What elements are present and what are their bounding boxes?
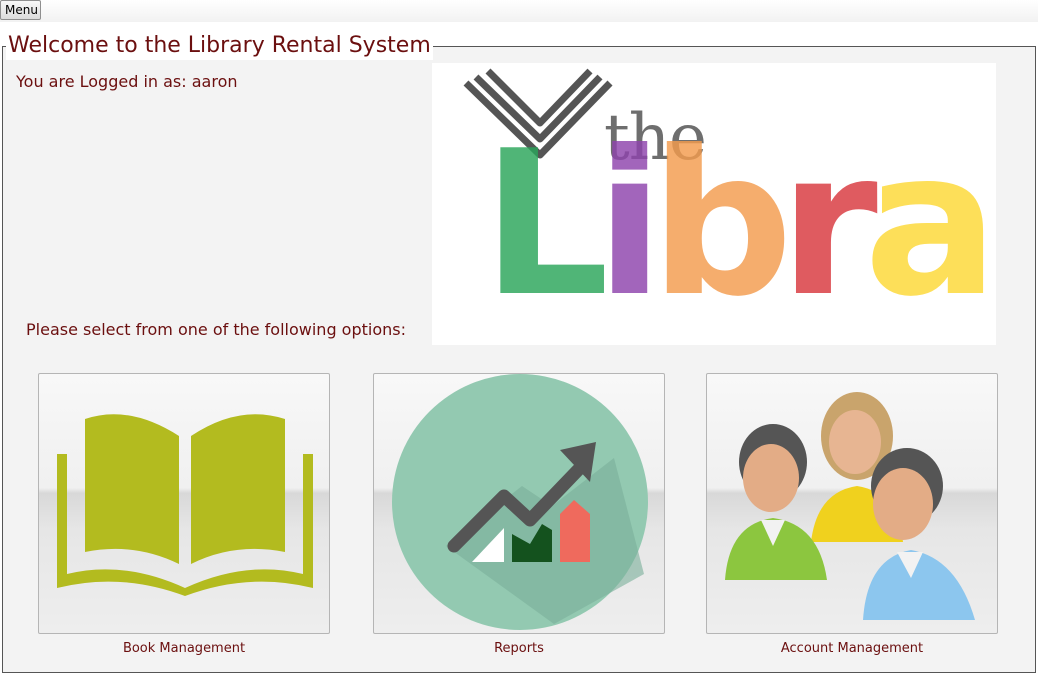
logo-letter: i — [595, 108, 663, 341]
trend-chart-icon — [392, 374, 648, 630]
library-logo: the Library — [432, 63, 996, 345]
logo-library-text: Library — [482, 115, 996, 335]
account-management-button[interactable] — [706, 373, 998, 634]
account-management-label[interactable]: Account Management — [706, 641, 998, 656]
top-bar: Menu — [0, 0, 1038, 22]
options-prompt: Please select from one of the following … — [26, 320, 406, 339]
users-group-icon — [725, 392, 975, 620]
menu-button[interactable]: Menu — [0, 0, 41, 20]
logo-letter: r — [779, 108, 878, 341]
logged-in-status: You are Logged in as: aaron — [16, 72, 238, 91]
book-management-button[interactable] — [38, 373, 330, 634]
reports-button[interactable] — [373, 373, 665, 634]
panel-title: Welcome to the Library Rental System — [6, 32, 433, 60]
reports-label[interactable]: Reports — [373, 641, 665, 656]
logo-letter: a — [863, 108, 996, 341]
book-management-label[interactable]: Book Management — [38, 641, 330, 656]
logo-letter: L — [482, 108, 610, 341]
logo-letter: b — [650, 108, 793, 341]
logo-letter: r — [985, 108, 996, 341]
open-book-icon — [57, 414, 313, 596]
